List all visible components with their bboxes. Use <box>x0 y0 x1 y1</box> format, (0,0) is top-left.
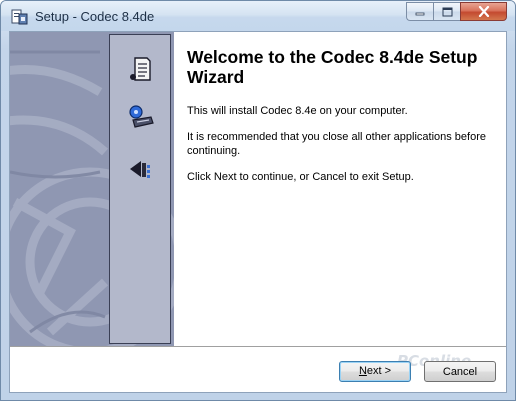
continue-instructions: Click Next to continue, or Cancel to exi… <box>187 171 414 183</box>
document-icon <box>130 57 151 81</box>
window-title: Setup - Codec 8.4de <box>35 9 155 24</box>
wizard-client-area: Welcome to the Codec 8.4de Setup Wizard … <box>9 31 507 393</box>
wizard-footer: PConline Next > Cancel <box>10 348 506 392</box>
sidebar-icon-strip <box>109 34 171 344</box>
close-apps-recommendation: It is recommended that you close all oth… <box>187 131 486 157</box>
cancel-button[interactable]: Cancel <box>424 361 496 382</box>
install-description: This will install Codec 8.4e on your com… <box>187 105 408 117</box>
speaker-icon <box>130 161 150 178</box>
maximize-icon <box>442 7 452 16</box>
next-button[interactable]: Next > <box>339 361 411 382</box>
setup-app-icon <box>11 9 28 25</box>
maximize-button[interactable] <box>433 2 460 21</box>
install-disk-icon <box>129 105 154 128</box>
welcome-page: Welcome to the Codec 8.4de Setup Wizard … <box>10 32 506 346</box>
wizard-sidebar <box>10 32 174 346</box>
setup-window: Setup - Codec 8.4de Welcome to the Codec… <box>0 0 516 401</box>
page-title: Welcome to the Codec 8.4de Setup Wizard <box>187 47 478 87</box>
title-bar[interactable]: Setup - Codec 8.4de <box>1 1 515 31</box>
minimize-icon <box>415 12 425 15</box>
close-icon <box>478 6 489 17</box>
next-button-label: Next > <box>358 365 392 377</box>
close-button[interactable] <box>460 2 507 21</box>
minimize-button[interactable] <box>406 2 433 21</box>
